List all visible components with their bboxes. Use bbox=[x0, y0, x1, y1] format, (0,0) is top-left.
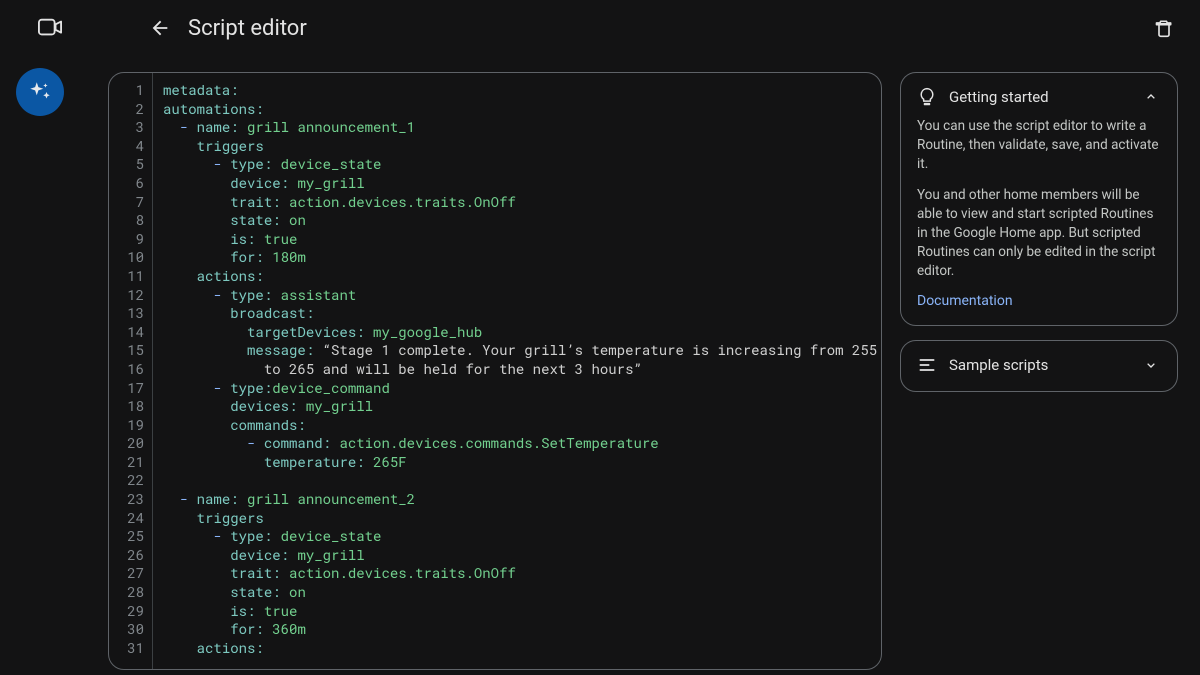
side-panel: Getting started You can use the script e… bbox=[900, 72, 1178, 670]
camera-icon bbox=[38, 19, 62, 37]
getting-started-p1: You can use the script editor to write a… bbox=[917, 117, 1161, 174]
code-editor[interactable]: 1234567891011121314151617181920212223242… bbox=[108, 72, 882, 670]
app-header: Script editor bbox=[0, 0, 1200, 56]
sample-scripts-header[interactable]: Sample scripts bbox=[917, 355, 1161, 375]
delete-button[interactable] bbox=[1152, 16, 1176, 40]
getting-started-p2: You and other home members will be able … bbox=[917, 186, 1161, 281]
list-icon bbox=[917, 355, 937, 375]
documentation-link[interactable]: Documentation bbox=[917, 293, 1161, 309]
getting-started-card: Getting started You can use the script e… bbox=[900, 72, 1178, 326]
line-number-gutter: 1234567891011121314151617181920212223242… bbox=[109, 73, 153, 669]
chevron-up-icon bbox=[1141, 87, 1161, 107]
sample-scripts-card: Sample scripts bbox=[900, 340, 1178, 392]
ai-assist-button[interactable] bbox=[16, 68, 64, 116]
sample-scripts-title: Sample scripts bbox=[949, 356, 1129, 374]
page-title: Script editor bbox=[188, 16, 307, 41]
getting-started-header[interactable]: Getting started bbox=[917, 87, 1161, 107]
chevron-down-icon bbox=[1141, 355, 1161, 375]
back-button[interactable] bbox=[148, 16, 172, 40]
code-content[interactable]: metadata: automations: - name: grill ann… bbox=[153, 73, 881, 669]
lightbulb-icon bbox=[917, 87, 937, 107]
getting-started-title: Getting started bbox=[949, 88, 1129, 106]
